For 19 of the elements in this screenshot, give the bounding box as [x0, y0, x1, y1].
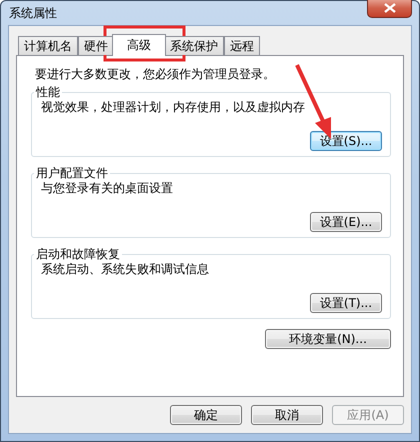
- group-description: 与您登录有关的桌面设置: [40, 180, 174, 197]
- tab[interactable]: 硬件: [78, 36, 114, 55]
- settings-button[interactable]: 设置(E)...: [310, 212, 382, 232]
- dialog-button[interactable]: 取消: [251, 405, 323, 425]
- group-description: 视觉效果，处理器计划，内存使用，以及虚拟内存: [40, 99, 306, 116]
- tab[interactable]: 计算机名: [18, 36, 78, 55]
- admin-notice: 要进行大多数更改，您必须作为管理员登录。: [34, 66, 276, 83]
- environment-variables-button[interactable]: 环境变量(N)...: [265, 329, 391, 349]
- group-title: 用户配置文件: [35, 165, 109, 182]
- window-title: 系统属性: [8, 4, 57, 22]
- tab[interactable]: 远程: [224, 36, 260, 55]
- settings-button[interactable]: 设置(T)...: [310, 293, 382, 313]
- dialog-button[interactable]: 确定: [170, 405, 242, 425]
- settings-button[interactable]: 设置(S)...: [310, 131, 382, 151]
- group-description: 系统启动、系统失败和调试信息: [40, 261, 210, 278]
- tab[interactable]: 系统保护: [164, 36, 224, 55]
- group-title: 启动和故障恢复: [35, 246, 121, 263]
- group-title: 性能: [34, 84, 61, 101]
- tab[interactable]: 高级: [112, 34, 166, 56]
